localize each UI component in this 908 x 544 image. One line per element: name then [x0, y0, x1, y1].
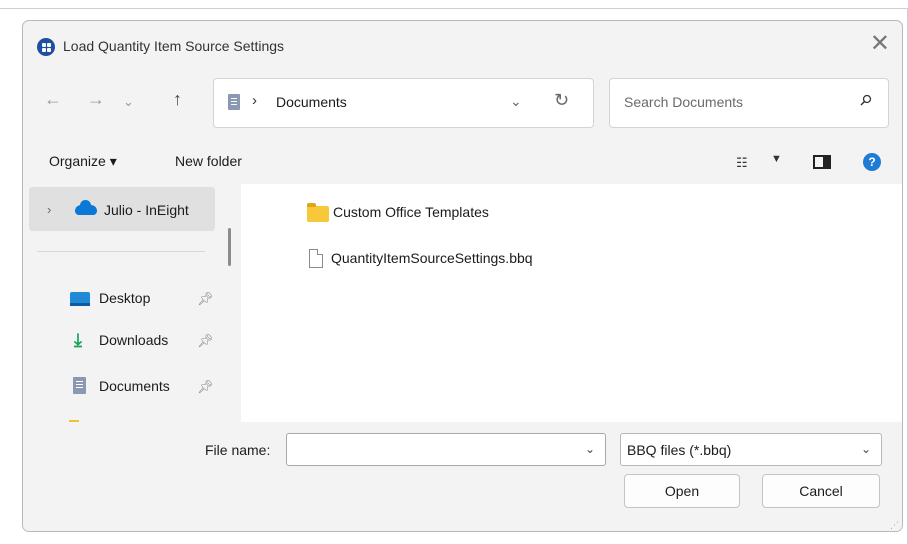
open-button[interactable]: Open	[624, 474, 740, 508]
folder-icon	[307, 203, 329, 222]
file-icon	[309, 249, 323, 268]
file-list: Custom Office Templates QuantityItemSour…	[241, 184, 902, 422]
documents-icon	[73, 377, 86, 394]
quick-access-desktop[interactable]: Desktop 📌︎	[23, 284, 223, 314]
up-arrow-icon[interactable]: ↑	[173, 90, 182, 108]
file-type-chevron-icon[interactable]: ⌄	[861, 442, 871, 456]
help-icon[interactable]: ?	[863, 153, 881, 171]
navigation-row: ← → ⌄ ↑ › Documents ⌄ ↻ Search Documents	[23, 78, 902, 128]
tree-item-onedrive[interactable]: › Julio - InEight	[29, 187, 215, 231]
navigation-divider	[37, 251, 205, 252]
address-history-chevron-icon[interactable]: ⌄	[510, 93, 522, 110]
organize-button[interactable]: Organize ▾	[49, 153, 117, 170]
new-folder-button[interactable]: New folder	[175, 153, 242, 169]
dialog-title: Load Quantity Item Source Settings	[63, 38, 285, 54]
tree-item-label: Julio - InEight	[104, 202, 189, 218]
navigation-scrollbar[interactable]	[228, 228, 231, 266]
cancel-button[interactable]: Cancel	[762, 474, 880, 508]
search-input[interactable]: Search Documents	[624, 94, 743, 110]
recent-locations-chevron-icon[interactable]: ⌄	[123, 93, 134, 111]
resize-grip-icon[interactable]: ⋰	[890, 521, 899, 530]
quick-access-documents[interactable]: Documents 📌︎	[23, 372, 223, 402]
file-name: Custom Office Templates	[333, 204, 489, 220]
quick-access-label: Downloads	[99, 332, 169, 348]
quick-access-label: Desktop	[99, 290, 151, 306]
pin-icon: 📌︎	[197, 333, 214, 348]
quick-access-label: Documents	[99, 378, 170, 394]
expand-chevron-icon[interactable]: ›	[47, 202, 51, 217]
breadcrumb-documents[interactable]: Documents	[276, 94, 347, 110]
view-list-icon[interactable]: ☷	[736, 155, 748, 171]
preview-pane-icon[interactable]	[813, 155, 831, 169]
onedrive-cloud-icon	[75, 200, 97, 215]
download-icon: ⤓	[74, 330, 82, 350]
view-options-dropdown-icon[interactable]: ▼	[771, 153, 782, 165]
file-name-combobox[interactable]: ⌄	[286, 433, 606, 466]
refresh-icon[interactable]: ↻	[554, 90, 569, 111]
file-type-value: BBQ files (*.bbq)	[627, 442, 732, 458]
search-icon[interactable]	[860, 94, 872, 106]
dialog-footer: File name: ⌄ BBQ files (*.bbq) ⌄ Open Ca…	[23, 422, 902, 531]
navigation-pane: › Julio - InEight Desktop 📌︎ ⤓ Downloads…	[23, 184, 241, 422]
close-icon[interactable]: ✕	[870, 32, 890, 56]
app-icon	[37, 38, 55, 56]
address-bar[interactable]: › Documents ⌄ ↻	[213, 78, 594, 128]
back-arrow-icon[interactable]: ←	[44, 90, 62, 108]
file-open-dialog: Load Quantity Item Source Settings ✕ ← →…	[22, 20, 903, 532]
title-bar: Load Quantity Item Source Settings ✕	[23, 21, 902, 71]
pin-icon: 📌︎	[197, 379, 214, 394]
file-name-input[interactable]	[287, 434, 573, 465]
documents-icon	[228, 94, 240, 110]
background-border-top	[0, 8, 908, 9]
file-name: QuantityItemSourceSettings.bbq	[331, 250, 533, 266]
file-type-select[interactable]: BBQ files (*.bbq) ⌄	[620, 433, 882, 466]
quick-access-downloads[interactable]: ⤓ Downloads 📌︎	[23, 326, 223, 356]
breadcrumb-separator-icon: ›	[252, 92, 257, 109]
command-bar: Organize ▾ New folder ☷ ▼ ?	[23, 147, 902, 179]
search-box[interactable]: Search Documents	[609, 78, 889, 128]
file-name-label: File name:	[205, 442, 271, 458]
pin-icon: 📌︎	[197, 291, 214, 306]
desktop-icon	[70, 292, 90, 306]
forward-arrow-icon[interactable]: →	[87, 90, 105, 108]
file-name-history-chevron-icon[interactable]: ⌄	[585, 442, 595, 456]
